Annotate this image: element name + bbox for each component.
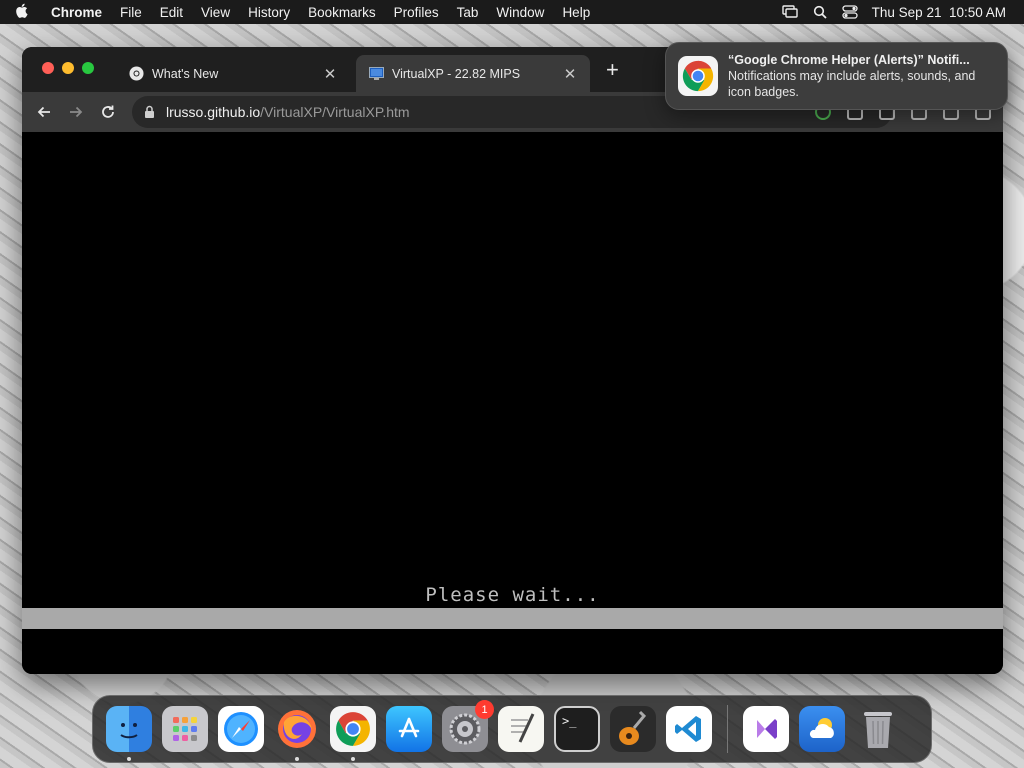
spotlight-search-icon[interactable] xyxy=(812,5,828,19)
url-path: /VirtualXP/VirtualXP.htm xyxy=(260,104,410,120)
menu-bar-clock[interactable]: Thu Sep 21 10:50 AM xyxy=(872,5,1006,20)
menu-help[interactable]: Help xyxy=(553,5,599,20)
chrome-icon[interactable] xyxy=(330,706,376,761)
url-host: lrusso.github.io xyxy=(166,104,261,120)
progress-bar xyxy=(22,608,1003,629)
control-center-icon[interactable] xyxy=(842,5,858,19)
tab-virtualxp[interactable]: VirtualXP - 22.82 MIPS ✕ xyxy=(356,55,590,92)
chrome-icon xyxy=(678,56,718,96)
browser-window: What's New ✕ VirtualXP - 22.82 MIPS ✕ + … xyxy=(22,47,1003,674)
terminal-prompt-glyph: >_ xyxy=(562,714,577,728)
close-tab-icon[interactable]: ✕ xyxy=(322,65,338,83)
vscode-icon[interactable] xyxy=(666,706,712,752)
tab-whats-new[interactable]: What's New ✕ xyxy=(116,55,350,92)
virtualxp-icon xyxy=(368,66,384,82)
firefox-icon[interactable] xyxy=(274,706,320,761)
visual-studio-icon[interactable] xyxy=(743,706,789,752)
launchpad-icon[interactable] xyxy=(162,706,208,752)
back-button[interactable] xyxy=(28,96,60,128)
window-controls xyxy=(42,62,94,74)
dock-separator xyxy=(727,705,728,753)
safari-icon[interactable] xyxy=(218,706,264,752)
close-tab-icon[interactable]: ✕ xyxy=(562,65,578,83)
menu-history[interactable]: History xyxy=(239,5,299,20)
tab-title: What's New xyxy=(152,66,219,81)
running-indicator xyxy=(351,757,355,761)
dock: 1 >_ xyxy=(92,695,932,763)
notification-body: Notifications may include alerts, sounds… xyxy=(728,69,976,99)
tab-title: VirtualXP - 22.82 MIPS xyxy=(392,66,521,81)
menu-file[interactable]: File xyxy=(111,5,151,20)
textedit-icon[interactable] xyxy=(498,706,544,752)
lock-icon[interactable] xyxy=(144,105,158,119)
finder-icon[interactable] xyxy=(106,706,152,761)
menu-window[interactable]: Window xyxy=(487,5,553,20)
weather-icon[interactable] xyxy=(799,706,845,752)
notification-banner[interactable]: “Google Chrome Helper (Alerts)” Notifi..… xyxy=(665,42,1008,110)
minimize-window-button[interactable] xyxy=(62,62,74,74)
screen-mirroring-icon[interactable] xyxy=(781,5,798,19)
menu-profiles[interactable]: Profiles xyxy=(385,5,448,20)
menu-tab[interactable]: Tab xyxy=(448,5,488,20)
maximize-window-button[interactable] xyxy=(82,62,94,74)
new-tab-button[interactable]: + xyxy=(606,59,619,81)
notification-badge: 1 xyxy=(475,700,494,719)
menu-bar: Chrome File Edit View History Bookmarks … xyxy=(0,0,1024,24)
menu-edit[interactable]: Edit xyxy=(151,5,192,20)
reload-button[interactable] xyxy=(92,96,124,128)
trash-icon[interactable] xyxy=(855,706,901,752)
progress-bar-fill xyxy=(22,608,1003,629)
apple-menu-icon[interactable] xyxy=(0,3,42,22)
menu-bookmarks[interactable]: Bookmarks xyxy=(299,5,385,20)
garageband-icon[interactable] xyxy=(610,706,656,752)
chrome-icon xyxy=(128,66,144,82)
status-message: Please wait... xyxy=(425,584,600,606)
forward-button[interactable] xyxy=(60,96,92,128)
running-indicator xyxy=(295,757,299,761)
menu-app-name[interactable]: Chrome xyxy=(42,5,111,20)
app-store-icon[interactable] xyxy=(386,706,432,752)
system-settings-icon[interactable]: 1 xyxy=(442,700,494,752)
running-indicator xyxy=(127,757,131,761)
notification-title: “Google Chrome Helper (Alerts)” Notifi..… xyxy=(728,53,970,67)
menu-view[interactable]: View xyxy=(192,5,239,20)
close-window-button[interactable] xyxy=(42,62,54,74)
page-content[interactable]: Please wait... xyxy=(22,132,1003,674)
terminal-icon[interactable]: >_ xyxy=(554,706,600,752)
